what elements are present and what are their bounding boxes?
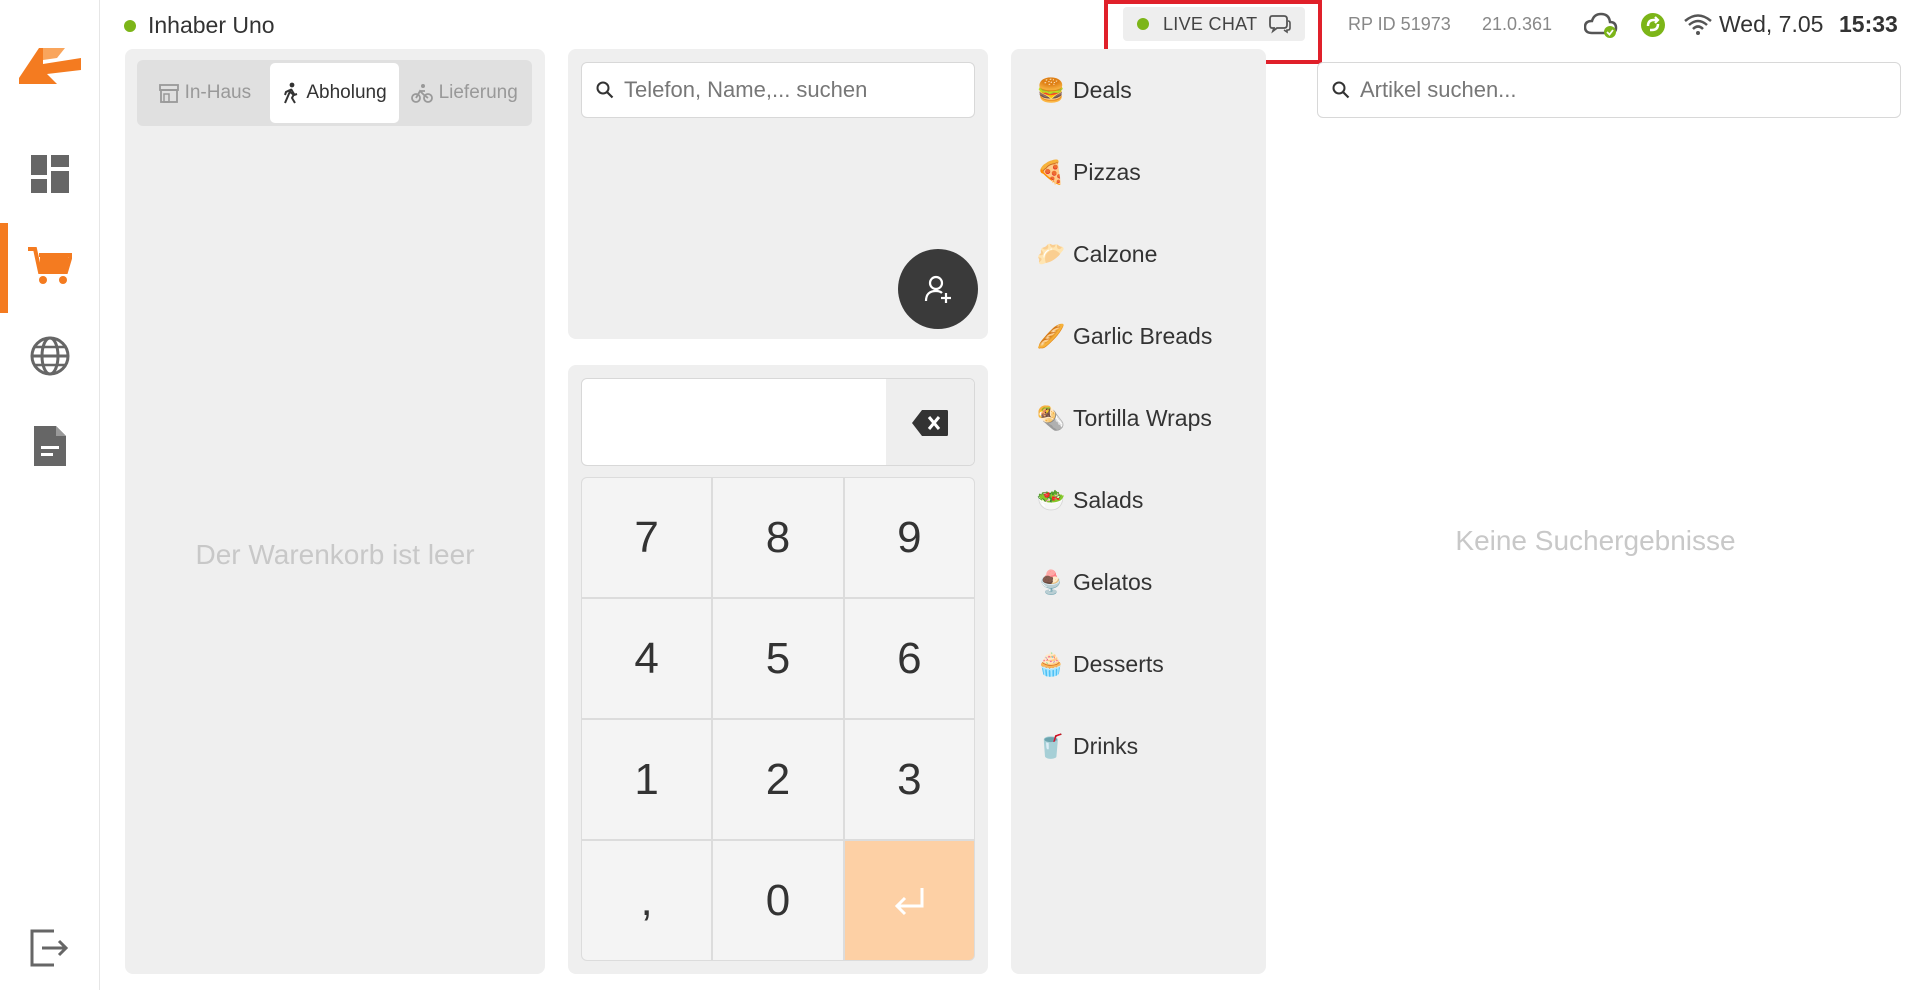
category-salads[interactable]: 🥗 Salads	[1036, 480, 1144, 520]
ice-cream-icon: 🍨	[1036, 568, 1066, 595]
backspace-button[interactable]	[886, 379, 974, 465]
category-drinks[interactable]: 🥤 Drinks	[1037, 726, 1138, 766]
key-2[interactable]: 2	[713, 720, 843, 839]
category-label: Garlic Breads	[1073, 322, 1213, 349]
key-6[interactable]: 6	[844, 599, 974, 718]
rp-id: RP ID 51973	[1348, 14, 1451, 34]
category-gelatos[interactable]: 🍨 Gelatos	[1036, 562, 1153, 602]
key-1[interactable]: 1	[582, 720, 712, 839]
current-date: Wed, 7.05	[1719, 11, 1824, 37]
cart-panel: In-Haus Abholung Lieferung Der Warenkorb…	[125, 49, 545, 974]
key-3[interactable]: 3	[844, 720, 974, 839]
order-type-tabs: In-Haus Abholung Lieferung	[137, 60, 532, 126]
key-4[interactable]: 4	[582, 599, 712, 718]
app-version: 21.0.361	[1482, 14, 1553, 34]
sidebar-item-cart[interactable]	[0, 223, 100, 313]
app-logo	[17, 44, 83, 88]
key-9[interactable]: 9	[844, 478, 974, 597]
sidebar-item-logout[interactable]	[0, 905, 100, 995]
tab-label: Abholung	[306, 82, 387, 103]
drink-icon: 🥤	[1036, 732, 1066, 759]
numpad-panel: 7 8 9 4 5 6 1 2 3 , 0	[568, 365, 988, 974]
bike-icon	[410, 83, 433, 103]
pizza-icon: 🍕	[1036, 158, 1066, 185]
live-chat-label: LIVE CHAT	[1163, 13, 1258, 34]
sidebar-item-reports[interactable]	[0, 403, 100, 493]
empty-cart-message: Der Warenkorb ist leer	[195, 539, 475, 570]
live-chat-button[interactable]: LIVE CHAT	[1123, 7, 1305, 41]
category-label: Desserts	[1073, 650, 1164, 677]
category-desserts[interactable]: 🧁 Desserts	[1037, 644, 1164, 684]
article-search-input[interactable]: Artikel suchen...	[1317, 62, 1901, 118]
globe-icon	[29, 335, 71, 382]
sync-status-icon	[1640, 12, 1666, 43]
sidebar-item-dashboard[interactable]	[0, 131, 100, 221]
key-comma[interactable]: ,	[582, 841, 712, 960]
numpad-keys: 7 8 9 4 5 6 1 2 3 , 0	[581, 477, 975, 961]
tab-label: Lieferung	[438, 82, 518, 103]
category-label: Deals	[1073, 76, 1132, 103]
burger-icon: 🍔	[1036, 76, 1066, 103]
key-5[interactable]: 5	[713, 599, 843, 718]
online-status-dot	[124, 19, 136, 32]
tab-lieferung[interactable]: Lieferung	[399, 63, 529, 123]
cart-icon	[28, 246, 74, 291]
category-label: Salads	[1073, 486, 1144, 513]
sidebar	[0, 0, 100, 990]
user-name: Inhaber Uno	[148, 12, 275, 38]
enter-icon	[892, 886, 926, 916]
no-results-message: Keine Suchergebnisse	[1455, 525, 1736, 556]
logout-icon	[30, 929, 70, 972]
enter-key[interactable]	[844, 841, 974, 960]
add-customer-button[interactable]	[898, 249, 978, 329]
category-label: Pizzas	[1073, 158, 1141, 185]
category-garlic-breads[interactable]: 🥖 Garlic Breads	[1036, 316, 1213, 356]
salad-icon: 🥗	[1036, 486, 1066, 513]
sidebar-item-web[interactable]	[0, 313, 100, 403]
category-deals[interactable]: 🍔 Deals	[1037, 70, 1132, 110]
wrap-icon: 🌯	[1036, 404, 1066, 431]
top-bar: Inhaber Uno LIVE CHAT RP ID 51973 21.0.3…	[100, 0, 1926, 64]
bread-icon: 🥖	[1036, 322, 1066, 349]
tab-in-haus[interactable]: In-Haus	[140, 63, 270, 123]
customer-search-placeholder: Telefon, Name,... suchen	[624, 77, 868, 102]
store-icon	[158, 83, 179, 103]
backspace-icon	[911, 409, 949, 437]
walking-icon	[282, 82, 300, 104]
category-label: Drinks	[1073, 732, 1139, 759]
calzone-icon: 🥟	[1036, 240, 1066, 267]
category-label: Gelatos	[1073, 568, 1153, 595]
category-tortilla-wraps[interactable]: 🌯 Tortilla Wraps	[1037, 398, 1212, 438]
category-panel: 🍔 Deals 🍕 Pizzas 🥟 Calzone 🥖 Garlic Brea…	[1011, 49, 1266, 974]
customer-search-input[interactable]: Telefon, Name,... suchen	[581, 62, 975, 118]
key-0[interactable]: 0	[713, 841, 843, 960]
dashboard-icon	[31, 154, 69, 198]
search-icon	[596, 81, 614, 99]
tab-abholung[interactable]: Abholung	[269, 63, 400, 123]
category-pizzas[interactable]: 🍕 Pizzas	[1037, 152, 1141, 192]
search-icon	[1332, 81, 1350, 99]
category-label: Calzone	[1073, 240, 1158, 267]
customer-panel: Telefon, Name,... suchen	[568, 49, 988, 339]
current-time: 15:33	[1839, 11, 1898, 37]
category-calzone[interactable]: 🥟 Calzone	[1036, 234, 1158, 274]
numpad-display[interactable]	[581, 378, 975, 466]
key-8[interactable]: 8	[713, 478, 843, 597]
cloud-sync-icon	[1583, 12, 1618, 43]
add-user-icon	[923, 274, 953, 304]
wifi-icon	[1683, 13, 1713, 40]
live-chat-status-dot	[1137, 18, 1149, 30]
chat-bubble-icon	[1269, 14, 1292, 34]
key-7[interactable]: 7	[582, 478, 712, 597]
user-status[interactable]: Inhaber Uno	[124, 12, 275, 39]
category-label: Tortilla Wraps	[1073, 404, 1212, 431]
tab-label: In-Haus	[184, 82, 252, 103]
document-icon	[34, 425, 66, 471]
article-search-placeholder: Artikel suchen...	[1360, 77, 1517, 102]
cupcake-icon: 🧁	[1036, 650, 1066, 677]
